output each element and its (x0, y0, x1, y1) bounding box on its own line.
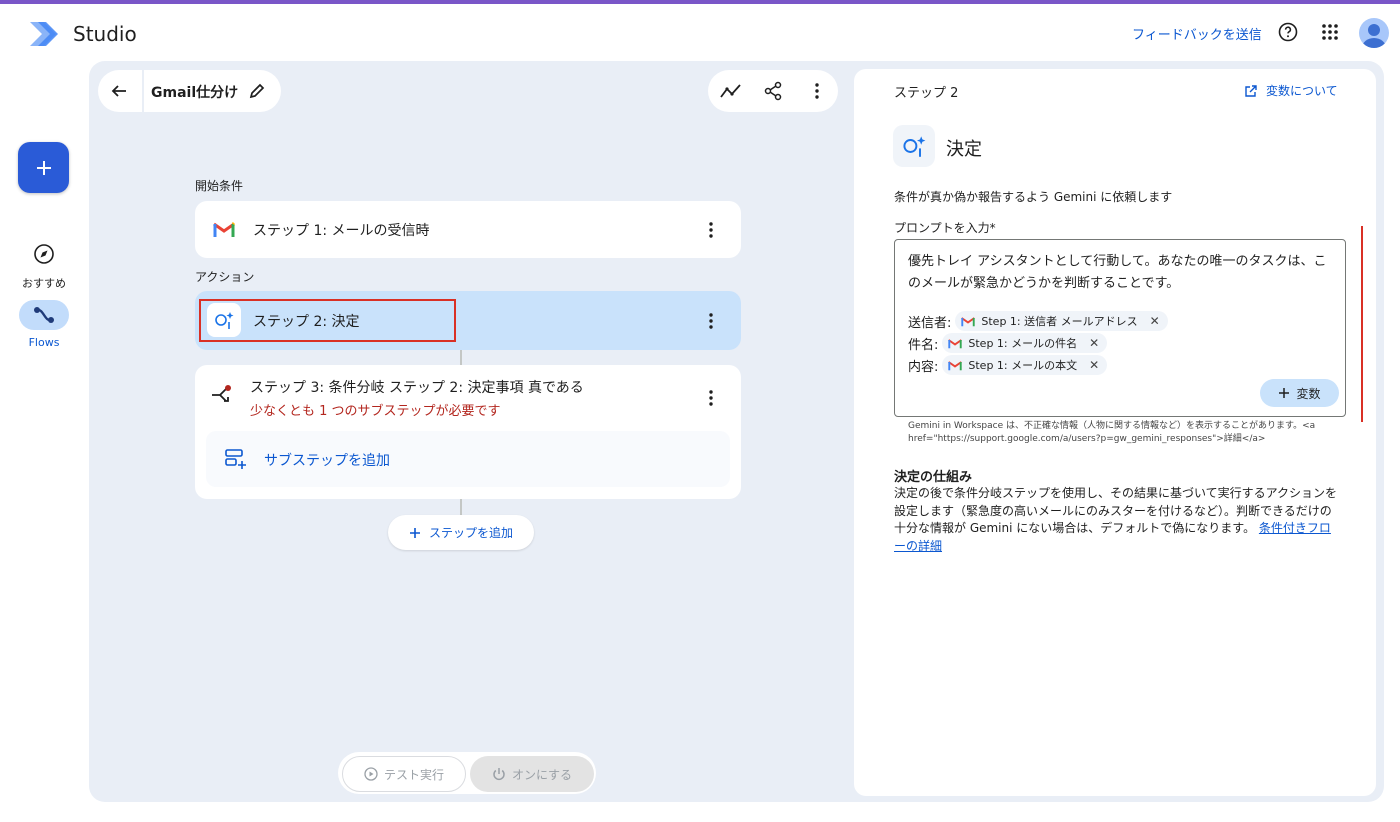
test-run-button[interactable]: テスト実行 (342, 756, 466, 792)
add-step-label: ステップを追加 (428, 526, 513, 540)
divider (142, 70, 144, 112)
branch-icon (205, 378, 239, 412)
plus-icon (1279, 388, 1290, 398)
plus-icon (36, 160, 51, 175)
gmail-icon (948, 360, 963, 370)
more-vert-icon[interactable] (701, 220, 721, 240)
how-it-works-title: 決定の仕組み (894, 470, 973, 485)
variable-chip[interactable]: Step 1: メールの件名 ✕ (942, 333, 1108, 353)
panel-description: 条件が真か偽か報告するよう Gemini に依頼します (894, 190, 1173, 204)
variable-chip[interactable]: Step 1: 送信者 メールアドレス ✕ (955, 311, 1168, 331)
add-substep-label: サブステップを追加 (264, 453, 390, 469)
prompt-label: プロンプトを入力* (894, 221, 996, 235)
action-section-label: アクション (195, 270, 255, 284)
var-row-body: 内容: Step 1: メールの本文 ✕ (908, 355, 1108, 375)
more-vert-icon[interactable] (701, 388, 721, 408)
gmail-icon (948, 338, 963, 348)
turn-on-button[interactable]: オンにする (470, 756, 594, 792)
edit-pencil-icon[interactable] (245, 79, 269, 103)
variables-link-label: 変数について (1266, 84, 1338, 98)
rail-label-flows: Flows (28, 336, 60, 349)
panel-step-label: ステップ 2 (894, 86, 959, 101)
add-substep-button[interactable]: サブステップを追加 (206, 431, 730, 487)
back-arrow-icon[interactable] (106, 78, 132, 104)
close-icon[interactable]: ✕ (1150, 314, 1160, 328)
connector-line (460, 499, 462, 515)
add-substep-icon (225, 449, 247, 473)
step-3-title: ステップ 3: 条件分岐 ステップ 2: 決定事項 真である (250, 380, 584, 396)
rail-item-recommended[interactable]: おすすめ (12, 239, 76, 291)
play-circle-icon (364, 767, 378, 781)
var-row-subject: 件名: Step 1: メールの件名 ✕ (908, 333, 1108, 353)
add-variable-button[interactable]: 変数 (1260, 379, 1339, 407)
step-card-1[interactable]: ステップ 1: メールの受信時 (195, 201, 741, 258)
app-title: Studio (73, 22, 137, 46)
flows-icon (19, 300, 69, 330)
prompt-text[interactable]: 優先トレイ アシスタントとして行動して。あなたの唯一のタスクは、このメールが緊急… (908, 251, 1328, 295)
studio-logo-icon[interactable] (26, 16, 62, 52)
chip-label: Step 1: 送信者 メールアドレス (981, 315, 1138, 328)
var-label: 内容: (908, 359, 939, 375)
chip-label: Step 1: メールの件名 (968, 337, 1078, 350)
var-row-sender: 送信者: Step 1: 送信者 メールアドレス ✕ (908, 311, 1168, 331)
gmail-icon (207, 212, 241, 246)
more-vert-icon[interactable] (701, 311, 721, 331)
close-icon[interactable]: ✕ (1089, 358, 1099, 372)
gemini-decision-icon (893, 125, 935, 167)
share-icon[interactable] (761, 79, 785, 103)
chip-label: Step 1: メールの本文 (968, 359, 1078, 372)
start-section-label: 開始条件 (195, 179, 244, 193)
how-it-works-body: 決定の後で条件分岐ステップを使用し、その結果に基づいて実行するアクションを設定し… (894, 485, 1339, 555)
flow-title: Gmail仕分け (151, 85, 239, 101)
open-in-new-icon (1245, 84, 1257, 97)
gmail-icon (961, 316, 976, 326)
activity-chart-icon[interactable] (719, 79, 743, 103)
compass-icon (19, 239, 69, 269)
step-3-error: 少なくとも 1 つのサブステップが必要です (250, 404, 501, 419)
app-header: Studio フィードバックを送信 (0, 4, 1400, 62)
apps-grid-icon[interactable] (1318, 20, 1342, 44)
help-icon[interactable] (1276, 20, 1300, 44)
power-icon (493, 768, 505, 781)
create-button[interactable] (18, 142, 69, 193)
rail-label-recommended: おすすめ (22, 277, 66, 290)
close-icon[interactable]: ✕ (1089, 336, 1099, 350)
test-run-label: テスト実行 (383, 767, 444, 782)
gemini-disclaimer: Gemini in Workspace は、不正確な情報（人物に関する情報など）… (908, 421, 1316, 444)
more-vert-icon[interactable] (805, 79, 829, 103)
var-label: 送信者: (908, 315, 952, 331)
avatar[interactable] (1359, 18, 1389, 48)
rail-item-flows[interactable]: Flows (12, 300, 76, 349)
add-variable-label: 変数 (1296, 386, 1321, 401)
variable-chip[interactable]: Step 1: メールの本文 ✕ (942, 355, 1108, 375)
connector-line (460, 350, 462, 365)
selection-highlight (199, 299, 456, 342)
scroll-indicator (1361, 226, 1363, 422)
prompt-input[interactable]: 優先トレイ アシスタントとして行動して。あなたの唯一のタスクは、このメールが緊急… (894, 239, 1346, 417)
variables-help-link[interactable]: 変数について (1244, 82, 1338, 99)
panel-title: 決定 (946, 139, 982, 160)
plus-icon (409, 527, 420, 538)
feedback-link[interactable]: フィードバックを送信 (1132, 24, 1262, 43)
add-step-button[interactable]: ステップを追加 (388, 515, 534, 550)
turn-on-label: オンにする (511, 767, 573, 782)
step-1-title: ステップ 1: メールの受信時 (253, 223, 430, 239)
var-label: 件名: (908, 337, 939, 353)
